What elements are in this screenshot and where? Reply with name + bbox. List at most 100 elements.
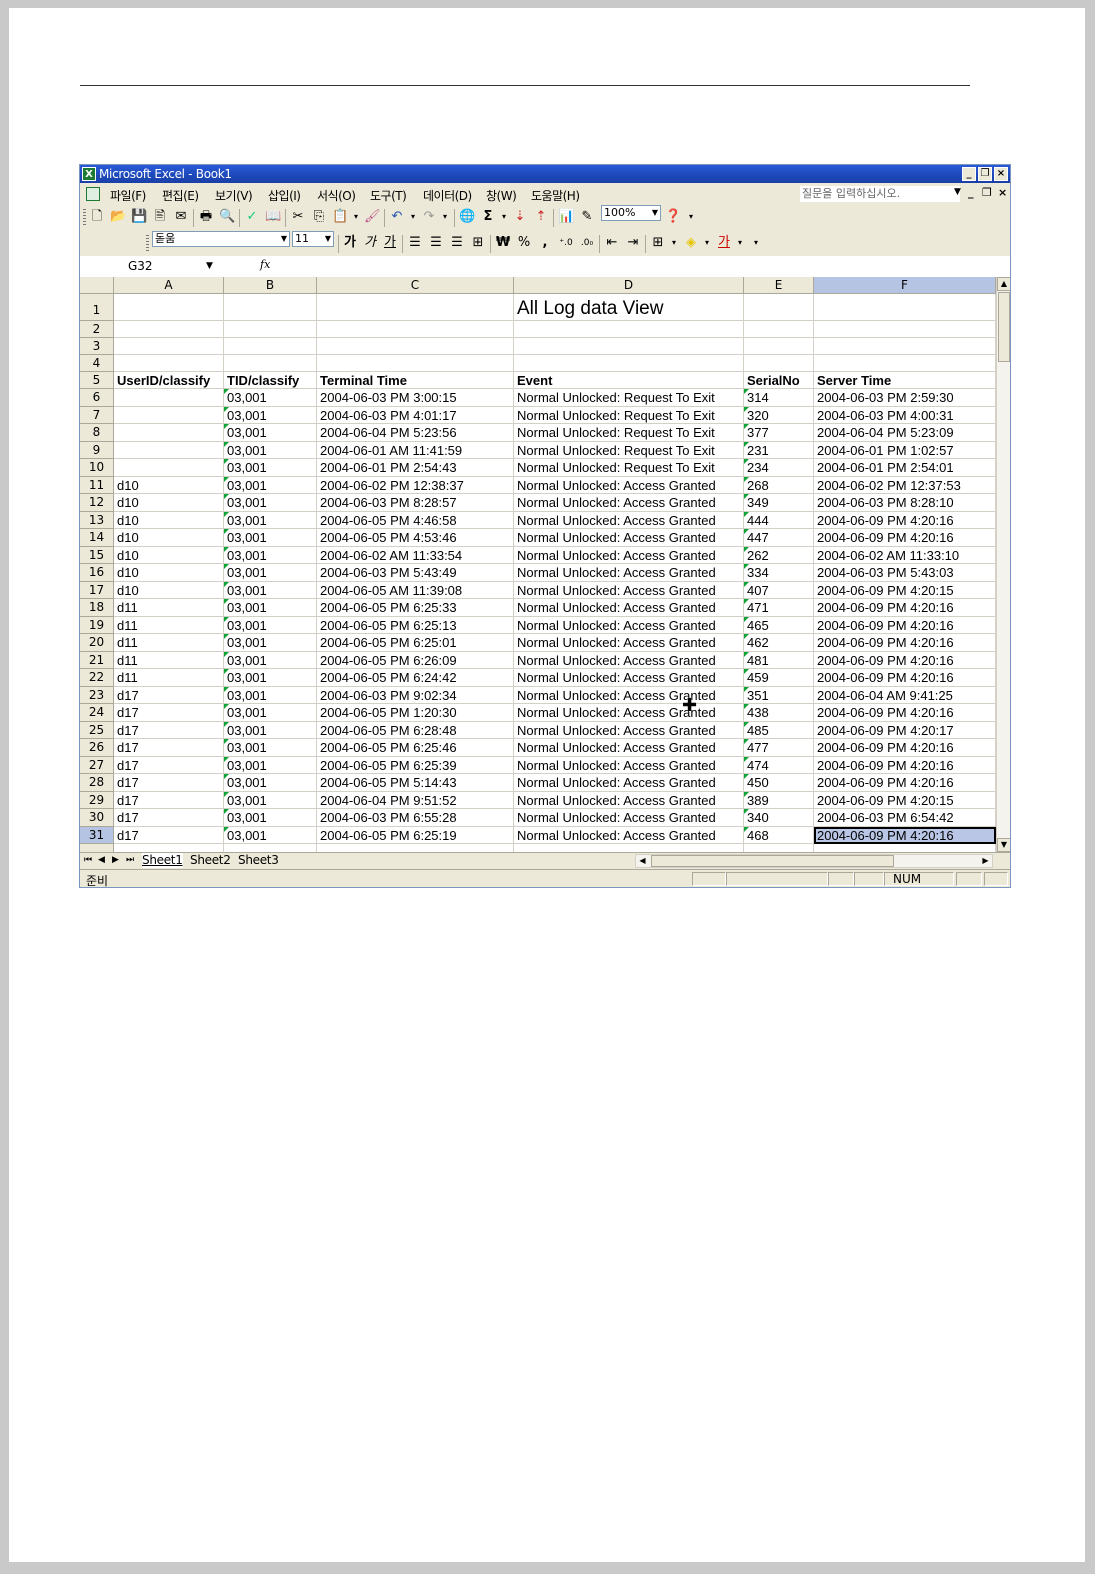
fill-color-icon[interactable]: ◈: [683, 235, 699, 251]
merge-center-icon[interactable]: ⊞: [470, 235, 486, 251]
data-cell[interactable]: 2004-06-03 PM 4:01:17: [317, 406, 514, 424]
data-cell[interactable]: 2004-06-05 PM 5:14:43: [317, 774, 514, 792]
data-cell[interactable]: 2004-06-09 PM 4:20:16: [814, 669, 996, 687]
cell[interactable]: [224, 294, 317, 321]
row-header[interactable]: [80, 844, 114, 852]
row-header[interactable]: 10: [80, 459, 114, 477]
row-header[interactable]: 7: [80, 406, 114, 424]
menu-item[interactable]: 데이터(D): [423, 187, 472, 204]
cell[interactable]: [744, 844, 814, 852]
comma-icon[interactable]: ,: [537, 235, 553, 251]
row-header[interactable]: 20: [80, 634, 114, 652]
data-cell[interactable]: 2004-06-05 PM 6:25:39: [317, 756, 514, 774]
data-cell[interactable]: [114, 441, 224, 459]
data-cell[interactable]: 2004-06-05 PM 6:25:33: [317, 599, 514, 617]
data-cell[interactable]: 471: [744, 599, 814, 617]
data-cell[interactable]: 03,001: [224, 494, 317, 512]
data-cell[interactable]: Normal Unlocked: Request To Exit: [514, 389, 744, 407]
column-header[interactable]: E: [744, 277, 814, 294]
data-cell[interactable]: 2004-06-03 PM 6:55:28: [317, 809, 514, 827]
data-cell[interactable]: 2004-06-01 AM 11:41:59: [317, 441, 514, 459]
data-cell[interactable]: 465: [744, 616, 814, 634]
data-cell[interactable]: 468: [744, 826, 814, 844]
data-cell[interactable]: 2004-06-03 PM 2:59:30: [814, 389, 996, 407]
data-cell[interactable]: 485: [744, 721, 814, 739]
cell[interactable]: [114, 355, 224, 372]
row-header[interactable]: 18: [80, 599, 114, 617]
data-cell[interactable]: 438: [744, 704, 814, 722]
data-cell[interactable]: 2004-06-03 PM 3:00:15: [317, 389, 514, 407]
data-cell[interactable]: 2004-06-02 PM 12:37:53: [814, 476, 996, 494]
cell[interactable]: [814, 338, 996, 355]
font-color-icon[interactable]: 가: [716, 235, 732, 251]
data-cell[interactable]: 2004-06-09 PM 4:20:16: [814, 529, 996, 547]
row-header[interactable]: 16: [80, 564, 114, 582]
bold-icon[interactable]: 가: [342, 235, 358, 251]
cell[interactable]: [514, 338, 744, 355]
cell[interactable]: [514, 321, 744, 338]
cell[interactable]: [514, 355, 744, 372]
row-header[interactable]: 31: [80, 826, 114, 844]
data-cell[interactable]: 03,001: [224, 476, 317, 494]
horizontal-scrollbar[interactable]: ◀ ▶: [635, 854, 993, 868]
cell[interactable]: [317, 321, 514, 338]
question-input[interactable]: 질문을 입력하십시오.: [800, 186, 960, 202]
data-cell[interactable]: Normal Unlocked: Request To Exit: [514, 406, 744, 424]
data-cell[interactable]: 481: [744, 651, 814, 669]
row-header[interactable]: 4: [80, 355, 114, 372]
data-cell[interactable]: 03,001: [224, 704, 317, 722]
data-cell[interactable]: Normal Unlocked: Access Granted: [514, 564, 744, 582]
data-cell[interactable]: 03,001: [224, 529, 317, 547]
chevron-down-icon[interactable]: ▾: [732, 235, 748, 251]
data-cell[interactable]: d10: [114, 546, 224, 564]
sort-ascending-icon[interactable]: ⇣: [512, 209, 528, 225]
font-select[interactable]: 돋움 ▼: [152, 231, 290, 247]
data-cell[interactable]: 231: [744, 441, 814, 459]
data-cell[interactable]: 03,001: [224, 459, 317, 477]
data-cell[interactable]: 03,001: [224, 616, 317, 634]
data-cell[interactable]: Normal Unlocked: Access Granted: [514, 686, 744, 704]
cell[interactable]: [114, 844, 224, 852]
data-cell[interactable]: Normal Unlocked: Access Granted: [514, 529, 744, 547]
chart-wizard-icon[interactable]: 📊: [558, 209, 574, 225]
spelling-icon[interactable]: ✓: [244, 209, 260, 225]
menu-item[interactable]: 도구(T): [370, 187, 407, 204]
data-cell[interactable]: d10: [114, 476, 224, 494]
italic-icon[interactable]: 가: [362, 235, 378, 251]
chevron-down-icon[interactable]: ▾: [348, 209, 364, 225]
data-cell[interactable]: d10: [114, 529, 224, 547]
cell[interactable]: [114, 321, 224, 338]
row-header[interactable]: 23: [80, 686, 114, 704]
data-cell[interactable]: 2004-06-09 PM 4:20:16: [814, 774, 996, 792]
row-header[interactable]: 21: [80, 651, 114, 669]
increase-indent-icon[interactable]: ⇥: [625, 235, 641, 251]
menu-item[interactable]: 파일(F): [110, 187, 146, 204]
data-cell[interactable]: 477: [744, 739, 814, 757]
data-cell[interactable]: d10: [114, 494, 224, 512]
cell[interactable]: [744, 338, 814, 355]
data-cell[interactable]: d11: [114, 599, 224, 617]
cell[interactable]: [224, 844, 317, 852]
cell[interactable]: [224, 338, 317, 355]
data-cell[interactable]: Normal Unlocked: Access Granted: [514, 791, 744, 809]
data-cell[interactable]: [114, 459, 224, 477]
row-header[interactable]: 9: [80, 441, 114, 459]
align-center-icon[interactable]: ☰: [428, 235, 444, 251]
cell[interactable]: [744, 355, 814, 372]
data-cell[interactable]: 03,001: [224, 546, 317, 564]
permission-icon[interactable]: 🖹: [152, 209, 168, 225]
data-cell[interactable]: Normal Unlocked: Access Granted: [514, 581, 744, 599]
column-label-cell[interactable]: TID/classify: [224, 372, 317, 389]
data-cell[interactable]: 2004-06-03 PM 4:00:31: [814, 406, 996, 424]
column-header[interactable]: F: [814, 277, 996, 294]
data-cell[interactable]: 2004-06-03 PM 5:43:03: [814, 564, 996, 582]
column-header[interactable]: B: [224, 277, 317, 294]
workbook-icon[interactable]: [86, 187, 100, 201]
data-cell[interactable]: 2004-06-04 PM 5:23:09: [814, 424, 996, 442]
currency-icon[interactable]: ₩: [495, 235, 511, 251]
print-icon[interactable]: 🖶: [198, 209, 214, 225]
data-cell[interactable]: 2004-06-04 PM 9:51:52: [317, 791, 514, 809]
menu-item[interactable]: 편집(E): [162, 187, 199, 204]
cell[interactable]: [514, 844, 744, 852]
data-cell[interactable]: 03,001: [224, 669, 317, 687]
